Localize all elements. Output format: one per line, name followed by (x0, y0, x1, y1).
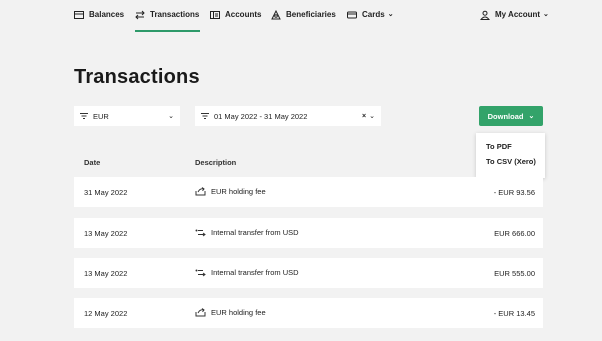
nav-beneficiaries-label: Beneficiaries (286, 10, 336, 19)
card-icon (347, 11, 357, 19)
table-row[interactable]: 13 May 2022 Internal transfer from USD E… (74, 218, 543, 248)
table-row[interactable]: 31 May 2022 EUR holding fee - EUR 93.56 (74, 177, 543, 207)
transactions-icon (135, 10, 145, 20)
filter-icon (201, 113, 209, 119)
nav-my-account[interactable]: My Account ⌄ (480, 10, 549, 32)
table-row[interactable]: 13 May 2022 Internal transfer from USD E… (74, 258, 543, 288)
clear-icon[interactable]: × (362, 113, 366, 120)
page-title: Transactions (74, 66, 200, 88)
table-row[interactable]: 12 May 2022 EUR holding fee - EUR 13.45 (74, 298, 543, 328)
row-description: EUR holding fee (211, 308, 266, 317)
nav-accounts-label: Accounts (225, 10, 262, 19)
row-amount: - EUR 93.56 (493, 188, 535, 197)
chevron-down-icon: ⌄ (387, 11, 394, 18)
beneficiaries-icon (271, 10, 281, 20)
nav-accounts[interactable]: Accounts (210, 10, 261, 32)
row-amount: EUR 555.00 (494, 269, 535, 278)
date-range-value: 01 May 2022 - 31 May 2022 (214, 111, 308, 121)
chevron-down-icon: ⌄ (543, 11, 549, 18)
nav-balances-label: Balances (89, 10, 125, 19)
nav-cards-label: Cards (362, 10, 385, 19)
menu-item-pdf[interactable]: To PDF (486, 142, 545, 151)
nav-beneficiaries[interactable]: Beneficiaries (271, 10, 336, 32)
wallet-icon (74, 11, 84, 19)
nav-transactions[interactable]: Transactions (135, 10, 201, 32)
row-description: EUR holding fee (211, 187, 266, 196)
user-icon (480, 10, 490, 20)
top-nav: Balances Transactions Accounts Beneficia… (0, 0, 602, 32)
accounts-icon (210, 11, 220, 19)
row-description: Internal transfer from USD (211, 228, 299, 237)
row-date: 13 May 2022 (84, 229, 128, 238)
nav-cards[interactable]: Cards ⌄ (347, 10, 394, 32)
column-header-date[interactable]: Date (84, 158, 100, 167)
row-date: 12 May 2022 (84, 309, 128, 318)
menu-item-csv[interactable]: To CSV (Xero) (486, 157, 545, 166)
transfer-icon (195, 229, 206, 237)
download-button[interactable]: Download ⌄ (479, 106, 543, 126)
chevron-down-icon: ⌄ (369, 113, 375, 120)
row-amount: EUR 666.00 (494, 229, 535, 238)
nav-balances[interactable]: Balances (74, 10, 124, 32)
row-date: 31 May 2022 (84, 188, 128, 197)
chevron-down-icon: ⌄ (528, 113, 535, 120)
currency-select[interactable]: EUR ⌄ (74, 106, 180, 126)
transfer-icon (195, 269, 206, 277)
nav-transactions-label: Transactions (150, 10, 200, 19)
currency-value: EUR (93, 111, 109, 121)
column-header-description[interactable]: Description (195, 158, 236, 167)
nav-my-account-label: My Account (495, 10, 541, 19)
filter-icon (80, 113, 88, 119)
chevron-down-icon: ⌄ (168, 113, 174, 120)
row-amount: - EUR 13.45 (493, 309, 535, 318)
date-range-select[interactable]: 01 May 2022 - 31 May 2022 × ⌄ (195, 106, 381, 126)
row-description: Internal transfer from USD (211, 268, 299, 277)
holding-fee-icon (195, 308, 206, 317)
download-label: Download (487, 111, 524, 121)
row-date: 13 May 2022 (84, 269, 128, 278)
download-menu: To PDF To CSV (Xero) (476, 133, 545, 178)
holding-fee-icon (195, 187, 206, 196)
